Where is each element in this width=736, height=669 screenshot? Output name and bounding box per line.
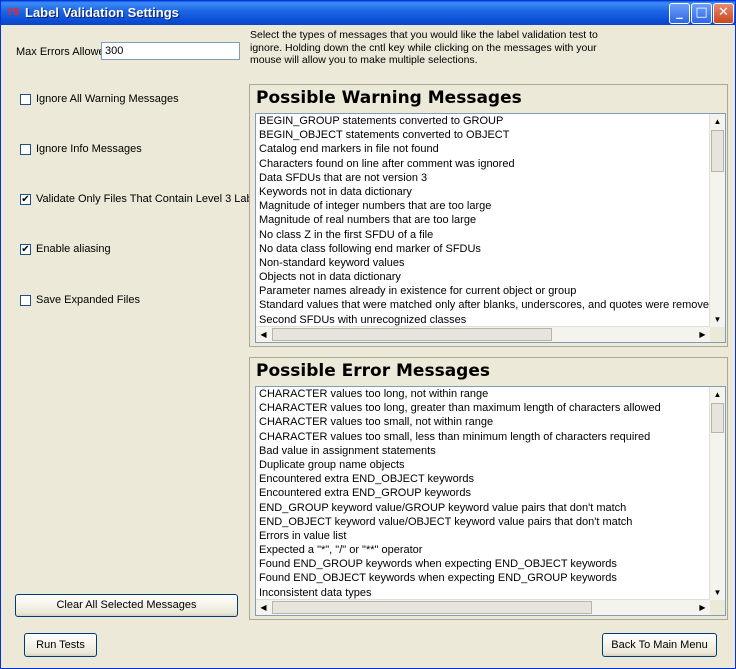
max-errors-input[interactable] — [101, 42, 240, 60]
list-item[interactable]: Keywords not in data dictionary — [256, 185, 725, 199]
warning-messages-list[interactable]: BEGIN_GROUP statements converted to GROU… — [255, 113, 726, 343]
maximize-button[interactable]: □ — [691, 3, 712, 24]
list-item[interactable]: Parameter names already in existence for… — [256, 284, 725, 298]
list-item[interactable]: Expected a "*", "/" or "**" operator — [256, 543, 725, 557]
list-item[interactable]: Objects not in data dictionary — [256, 270, 725, 284]
error-vscrollbar[interactable]: ▲ ▼ — [709, 387, 725, 600]
list-item[interactable]: CHARACTER values too small, not within r… — [256, 415, 725, 429]
warning-messages-title: Possible Warning Messages — [256, 88, 522, 108]
warning-messages-group: Possible Warning Messages BEGIN_GROUP st… — [249, 84, 728, 347]
scroll-thumb[interactable] — [272, 601, 592, 614]
validate-level3-label: Validate Only Files That Contain Level 3… — [36, 193, 267, 205]
scroll-down-icon[interactable]: ▼ — [710, 585, 725, 600]
list-item[interactable]: Standard values that were matched only a… — [256, 298, 725, 312]
list-item[interactable]: CHARACTER values too long, not within ra… — [256, 387, 725, 401]
list-item[interactable]: Errors in value list — [256, 529, 725, 543]
error-messages-title: Possible Error Messages — [256, 361, 490, 381]
list-item[interactable]: Duplicate group name objects — [256, 458, 725, 472]
check-icon: ✔ — [21, 194, 30, 205]
ignore-info-label: Ignore Info Messages — [36, 143, 142, 155]
scroll-thumb[interactable] — [272, 328, 552, 341]
scroll-left-icon[interactable]: ◀ — [256, 327, 271, 342]
enable-aliasing-checkbox[interactable]: ✔ — [20, 244, 31, 255]
list-item[interactable]: Bad value in assignment statements — [256, 444, 725, 458]
list-item[interactable]: BEGIN_GROUP statements converted to GROU… — [256, 114, 725, 128]
title-bar[interactable]: ?S Label Validation Settings _ □ ✕ — [1, 1, 735, 25]
warning-hscrollbar[interactable]: ◀ ▶ — [256, 326, 710, 342]
close-button[interactable]: ✕ — [713, 3, 734, 24]
list-item[interactable]: Characters found on line after comment w… — [256, 157, 725, 171]
error-items-container: CHARACTER values too long, not within ra… — [256, 387, 725, 600]
save-expanded-checkbox[interactable] — [20, 295, 31, 306]
scroll-up-icon[interactable]: ▲ — [710, 114, 725, 129]
list-item[interactable]: Encountered extra END_OBJECT keywords — [256, 472, 725, 486]
scroll-corner — [710, 600, 725, 615]
scroll-thumb[interactable] — [711, 130, 724, 172]
list-item[interactable]: Magnitude of integer numbers that are to… — [256, 199, 725, 213]
max-errors-label: Max Errors Allowed: — [16, 46, 114, 58]
list-item[interactable]: Encountered extra END_GROUP keywords — [256, 486, 725, 500]
scroll-left-icon[interactable]: ◀ — [256, 600, 271, 615]
list-item[interactable]: No data class following end marker of SF… — [256, 242, 725, 256]
app-icon: ?S — [7, 7, 21, 18]
check-icon: ✔ — [21, 244, 30, 255]
list-item[interactable]: CHARACTER values too long, greater than … — [256, 401, 725, 415]
run-tests-button[interactable]: Run Tests — [24, 633, 97, 657]
ignore-warnings-checkbox[interactable] — [20, 94, 31, 105]
back-to-main-button[interactable]: Back To Main Menu — [602, 633, 717, 657]
instructions-text: Select the types of messages that you wo… — [250, 29, 598, 66]
window-title: Label Validation Settings — [25, 5, 179, 20]
save-expanded-label: Save Expanded Files — [36, 294, 140, 306]
clear-selected-button[interactable]: Clear All Selected Messages — [15, 594, 238, 617]
error-messages-group: Possible Error Messages CHARACTER values… — [249, 357, 728, 620]
enable-aliasing-label: Enable aliasing — [36, 243, 111, 255]
scroll-corner — [710, 327, 725, 342]
scroll-right-icon[interactable]: ▶ — [695, 600, 710, 615]
error-messages-list[interactable]: CHARACTER values too long, not within ra… — [255, 386, 726, 616]
list-item[interactable]: BEGIN_OBJECT statements converted to OBJ… — [256, 128, 725, 142]
list-item[interactable]: END_OBJECT keyword value/OBJECT keyword … — [256, 515, 725, 529]
ignore-warnings-label: Ignore All Warning Messages — [36, 93, 179, 105]
list-item[interactable]: Catalog end markers in file not found — [256, 142, 725, 156]
error-hscrollbar[interactable]: ◀ ▶ — [256, 599, 710, 615]
list-item[interactable]: CHARACTER values too small, less than mi… — [256, 430, 725, 444]
list-item[interactable]: Data SFDUs that are not version 3 — [256, 171, 725, 185]
label-validation-settings-window: ?S Label Validation Settings _ □ ✕ Max E… — [0, 0, 736, 669]
list-item[interactable]: Inconsistent data types — [256, 586, 725, 600]
list-item[interactable]: Found END_GROUP keywords when expecting … — [256, 557, 725, 571]
list-item[interactable]: Magnitude of real numbers that are too l… — [256, 213, 725, 227]
warning-vscrollbar[interactable]: ▲ ▼ — [709, 114, 725, 327]
scroll-right-icon[interactable]: ▶ — [695, 327, 710, 342]
validate-level3-checkbox[interactable]: ✔ — [20, 194, 31, 205]
ignore-info-checkbox[interactable] — [20, 144, 31, 155]
list-item[interactable]: Found END_OBJECT keywords when expecting… — [256, 571, 725, 585]
scroll-down-icon[interactable]: ▼ — [710, 312, 725, 327]
list-item[interactable]: Second SFDUs with unrecognized classes — [256, 313, 725, 327]
scroll-up-icon[interactable]: ▲ — [710, 387, 725, 402]
minimize-button[interactable]: _ — [669, 3, 690, 24]
list-item[interactable]: Non-standard keyword values — [256, 256, 725, 270]
list-item[interactable]: No class Z in the first SFDU of a file — [256, 228, 725, 242]
warning-items-container: BEGIN_GROUP statements converted to GROU… — [256, 114, 725, 327]
scroll-thumb[interactable] — [711, 403, 724, 433]
list-item[interactable]: END_GROUP keyword value/GROUP keyword va… — [256, 501, 725, 515]
